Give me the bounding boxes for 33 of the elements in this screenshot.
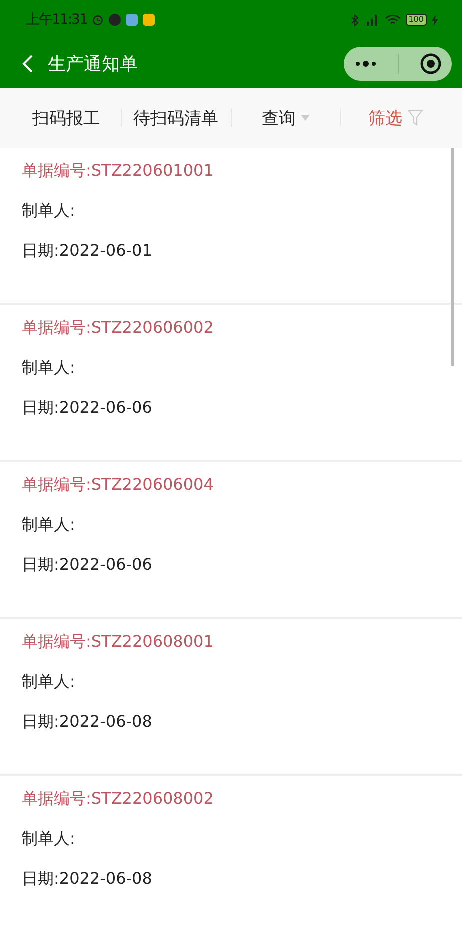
order-creator: 制单人:: [22, 828, 76, 850]
order-number[interactable]: 单据编号:STZ220606002: [22, 315, 440, 355]
order-date: 日期:2022-06-08: [22, 868, 154, 890]
order-creator: 制单人:: [22, 514, 76, 536]
more-icon[interactable]: [354, 61, 376, 67]
tab[interactable]: 筛选: [368, 106, 403, 130]
order-creator: 制单人:: [22, 671, 76, 693]
filter-icon: [408, 110, 423, 126]
order-number[interactable]: 单据编号:STZ220606004: [22, 472, 440, 512]
tab[interactable]: 扫码报工: [32, 106, 100, 130]
wifi-icon: [384, 14, 401, 26]
app-notification-icon: [126, 14, 138, 26]
caret-icon: [300, 115, 310, 121]
order-date: 日期:2022-06-01: [22, 240, 154, 262]
app-notification-icon: [143, 14, 156, 26]
order-date: 日期:2022-06-08: [22, 711, 154, 733]
order-creator: 制单人:: [22, 200, 76, 222]
battery-icon: 100: [406, 14, 427, 26]
order-creator: 制单人:: [22, 357, 76, 379]
order-date: 日期:2022-06-06: [22, 554, 154, 576]
order-number[interactable]: 单据编号:STZ220608001: [22, 629, 440, 669]
tab[interactable]: 查询: [262, 106, 296, 130]
close-program-icon[interactable]: [420, 53, 442, 75]
order-number[interactable]: 单据编号:STZ220601001: [22, 158, 440, 198]
app-notification-icon: [109, 14, 122, 26]
page-title: 生产通知单: [48, 53, 138, 76]
order-date: 日期:2022-06-06: [22, 397, 154, 419]
charging-icon: [432, 14, 438, 26]
status-time: 上午11:31: [26, 11, 88, 29]
tab[interactable]: 待扫码清单: [134, 106, 219, 130]
order-number[interactable]: 单据编号:STZ220608002: [22, 786, 440, 826]
back-icon[interactable]: [22, 54, 34, 74]
bluetooth-icon: [350, 14, 359, 26]
